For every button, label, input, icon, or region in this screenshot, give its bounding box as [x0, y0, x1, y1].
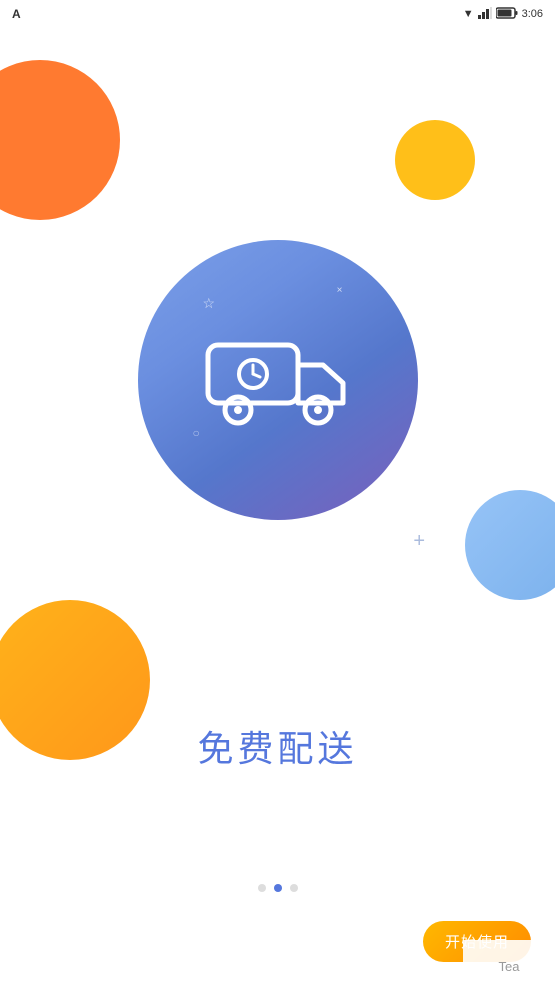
dot-decoration: ○: [193, 426, 200, 440]
main-heading: 免费配送: [197, 720, 357, 772]
star-decoration-1: ☆: [203, 295, 216, 312]
main-circle: ☆ × ○: [138, 240, 418, 520]
tea-label: Tea: [463, 940, 555, 992]
truck-icon: [198, 325, 358, 435]
status-bar: A ▼ 3:06: [0, 0, 555, 28]
circle-yellow-top: [395, 120, 475, 200]
signal-icon: [478, 7, 492, 22]
circle-blue-right: [465, 490, 555, 600]
time-display: 3:06: [522, 8, 543, 20]
plus-decoration: +: [413, 530, 425, 553]
main-illustration: ☆ × ○: [138, 240, 418, 520]
app-label: A: [12, 7, 21, 21]
pagination-dot-1[interactable]: [258, 884, 266, 892]
status-icons: ▼ 3:06: [463, 7, 543, 22]
pagination-dot-2[interactable]: [274, 884, 282, 892]
wifi-icon: ▼: [463, 8, 474, 20]
circle-orange-bottom: [0, 600, 150, 760]
star-decoration-2: ×: [337, 285, 343, 296]
pagination: [258, 884, 298, 892]
pagination-dot-3[interactable]: [290, 884, 298, 892]
battery-icon: [496, 7, 518, 22]
circle-orange-top: [0, 60, 120, 220]
